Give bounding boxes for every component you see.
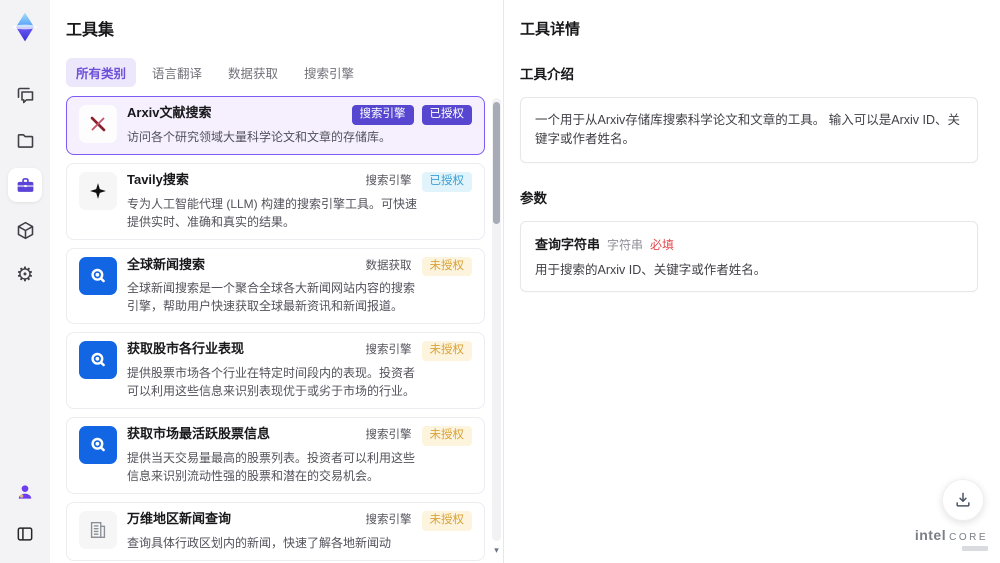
page-title: 工具集 — [66, 22, 115, 39]
tool-auth-badge: 未授权 — [421, 341, 472, 362]
tool-auth-badge: 已授权 — [421, 171, 472, 192]
param-name: 查询字符串 — [535, 236, 601, 252]
intro-box: 一个用于从Arxiv存储库搜索科学论文和文章的工具。 输入可以是Arxiv ID… — [520, 97, 978, 163]
tool-name: 万维地区新闻查询 — [127, 510, 232, 526]
panel-toggle-icon[interactable] — [8, 517, 42, 551]
blue-search-icon — [79, 256, 117, 295]
blue-search-icon — [79, 426, 117, 465]
tool-name: 全球新闻搜索 — [127, 256, 206, 272]
tool-category-badge: 搜索引擎 — [365, 513, 412, 526]
tool-card[interactable]: 获取市场最活跃股票信息 搜索引擎 未授权 提供当天交易量最高的股票列表。投资者可… — [66, 417, 485, 494]
tab-搜索引擎[interactable]: 搜索引擎 — [294, 58, 364, 87]
tool-category-badge: 搜索引擎 — [365, 429, 412, 442]
tab-数据获取[interactable]: 数据获取 — [218, 58, 288, 87]
tool-card[interactable]: Tavily搜索 搜索引擎 已授权 专为人工智能代理 (LLM) 构建的搜索引擎… — [66, 162, 485, 240]
arxiv-logo-icon — [79, 105, 117, 143]
user-avatar-icon[interactable] — [8, 475, 42, 509]
sidebar-bottom — [8, 475, 42, 551]
tool-category-badge: 搜索引擎 — [351, 105, 414, 125]
package-icon[interactable] — [8, 213, 42, 247]
tool-auth-badge: 已授权 — [421, 105, 472, 125]
param-box: 查询字符串 字符串 必填 用于搜索的Arxiv ID、关键字或作者姓名。 — [520, 220, 978, 293]
scrollbar-track[interactable] — [492, 98, 501, 541]
download-icon — [956, 492, 970, 507]
settings-icon[interactable]: ⚙ — [8, 258, 42, 292]
tool-description: 查询具体行政区划内的新闻，快速了解各地新闻动 — [127, 535, 392, 550]
sidebar: ⚙ — [0, 0, 50, 563]
intro-text: 一个用于从Arxiv存储库搜索科学论文和文章的工具。 输入可以是Arxiv ID… — [535, 113, 961, 146]
intro-heading: 工具介绍 — [520, 67, 574, 82]
param-required-badge: 必填 — [650, 237, 675, 252]
tool-name: 获取市场最活跃股票信息 — [127, 426, 271, 442]
category-tabs: 所有类别 语言翻译 数据获取 搜索引擎 — [66, 58, 503, 87]
tool-category-badge: 数据获取 — [365, 259, 412, 272]
tool-card[interactable]: 万维地区新闻查询 搜索引擎 未授权 查询具体行政区划内的新闻，快速了解各地新闻动 — [66, 501, 485, 561]
tool-auth-badge: 未授权 — [421, 426, 472, 446]
tool-auth-badge: 未授权 — [421, 510, 472, 531]
toolbox-icon[interactable] — [8, 168, 42, 202]
sidebar-nav: ⚙ — [8, 78, 42, 292]
blue-search-icon — [79, 341, 117, 380]
chat-icon[interactable] — [8, 78, 42, 112]
tab-所有类别[interactable]: 所有类别 — [66, 58, 137, 87]
intel-logo-bar — [962, 546, 988, 551]
param-type: 字符串 — [607, 237, 644, 252]
param-description: 用于搜索的Arxiv ID、关键字或作者姓名。 — [535, 262, 767, 277]
app-window: ⚙ 工具集 所有类别 语言翻译 数据获取 搜索引擎 Arxiv文献搜索 搜索引擎… — [0, 0, 1000, 563]
tab-语言翻译[interactable]: 语言翻译 — [142, 58, 212, 87]
tool-description: 专为人工智能代理 (LLM) 构建的搜索引擎工具。可快速提供实时、准确和真实的结… — [127, 196, 418, 229]
tool-description: 全球新闻搜索是一个聚合全球各大新闻网站内容的搜索引擎，帮助用户快速获取全球最新资… — [127, 281, 416, 314]
tool-name: 获取股市各行业表现 — [127, 341, 245, 357]
tool-description: 提供股票市场各个行业在特定时间段内的表现。投资者可以利用这些信息来识别表现优于或… — [127, 366, 416, 399]
detail-title: 工具详情 — [520, 21, 581, 38]
intel-core-logo: intel CORE — [915, 527, 988, 551]
tool-list: Arxiv文献搜索 搜索引擎 已授权 访问各个研究领域大量科学论文和文章的存储库… — [66, 96, 503, 563]
param-header: 查询字符串 字符串 必填 — [535, 234, 963, 253]
download-button[interactable] — [942, 479, 984, 521]
tool-category-badge: 搜索引擎 — [365, 344, 412, 357]
tool-name: Arxiv文献搜索 — [127, 105, 212, 120]
tool-name: Tavily搜索 — [127, 171, 189, 187]
sparkle-icon — [79, 171, 117, 210]
tool-auth-badge: 未授权 — [421, 256, 472, 277]
tool-card[interactable]: Arxiv文献搜索 搜索引擎 已授权 访问各个研究领域大量科学论文和文章的存储库… — [66, 96, 485, 155]
newspaper-icon — [79, 510, 117, 549]
tool-description: 访问各个研究领域大量科学论文和文章的存储库。 — [127, 129, 392, 144]
scroll-down-arrow-icon[interactable]: ▾ — [492, 546, 501, 555]
folder-icon[interactable] — [8, 123, 42, 157]
scrollbar-thumb[interactable] — [493, 102, 500, 224]
tool-detail-pane: 工具详情 工具介绍 一个用于从Arxiv存储库搜索科学论文和文章的工具。 输入可… — [504, 0, 1000, 563]
app-logo-icon[interactable] — [6, 8, 44, 46]
tool-card[interactable]: 全球新闻搜索 数据获取 未授权 全球新闻搜索是一个聚合全球各大新闻网站内容的搜索… — [66, 247, 485, 325]
tool-description: 提供当天交易量最高的股票列表。投资者可以利用这些信息来识别流动性强的股票和潜在的… — [127, 450, 416, 483]
tool-category-badge: 搜索引擎 — [365, 174, 412, 187]
tool-list-pane: 工具集 所有类别 语言翻译 数据获取 搜索引擎 Arxiv文献搜索 搜索引擎 已授权 … — [50, 0, 503, 563]
params-heading: 参数 — [520, 190, 547, 206]
tool-card[interactable]: 获取股市各行业表现 搜索引擎 未授权 提供股票市场各个行业在特定时间段内的表现。… — [66, 332, 485, 410]
